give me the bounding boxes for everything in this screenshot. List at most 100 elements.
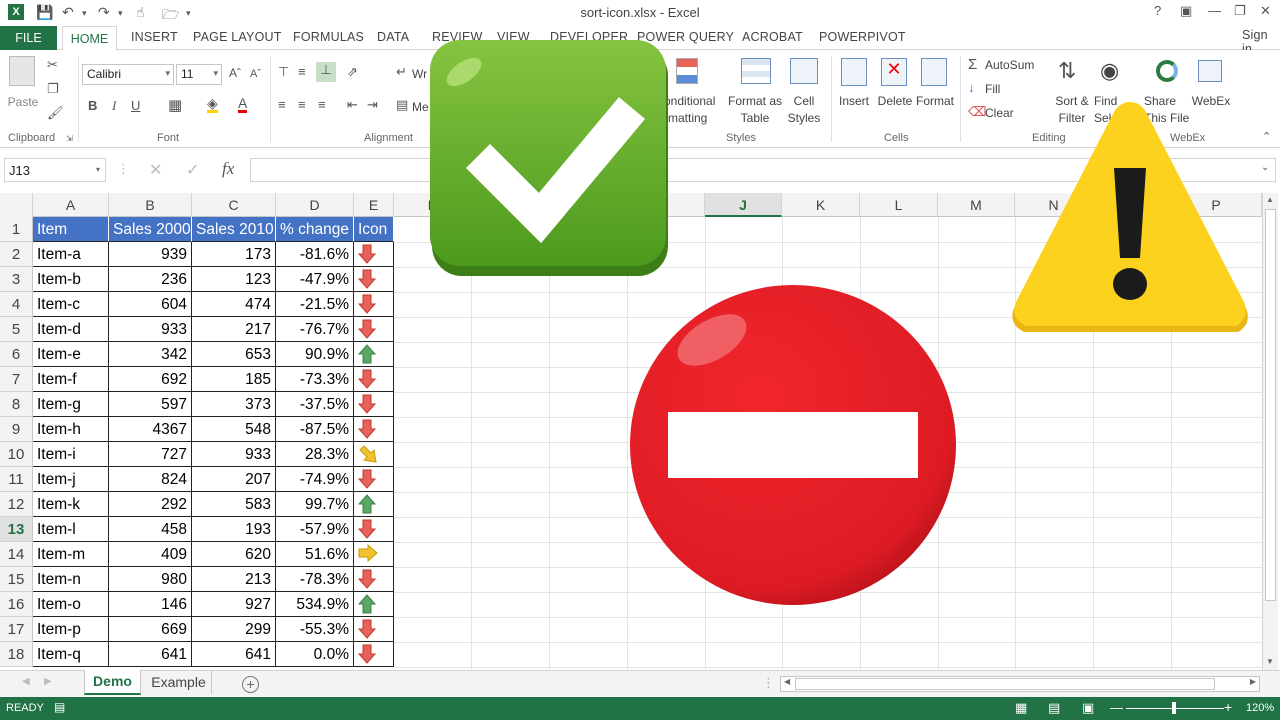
table-cell[interactable]: 458 <box>109 517 192 542</box>
scroll-left-icon[interactable]: ◀ <box>784 677 790 686</box>
italic-icon[interactable]: I <box>112 98 116 114</box>
align-top-icon[interactable]: ⊤ <box>278 64 289 80</box>
delete-cells-button[interactable]: Delete <box>875 93 915 110</box>
scroll-down-icon[interactable]: ▼ <box>1266 657 1274 666</box>
row-header[interactable]: 3 <box>0 267 33 292</box>
table-cell[interactable]: 534.9% <box>276 592 354 617</box>
table-cell[interactable]: 292 <box>109 492 192 517</box>
table-cell[interactable]: Item-i <box>33 442 109 467</box>
table-cell[interactable]: 342 <box>109 342 192 367</box>
arrow-up-icon[interactable] <box>354 342 394 367</box>
table-cell[interactable]: 641 <box>109 642 192 667</box>
arrow-down-icon[interactable] <box>354 517 394 542</box>
format-cells-button[interactable]: Format <box>914 93 956 110</box>
table-cell[interactable]: 0.0% <box>276 642 354 667</box>
orientation-icon[interactable]: ⇗ <box>347 64 358 80</box>
tab-file[interactable]: FILE <box>0 26 57 50</box>
tab-formulas[interactable]: FORMULAS <box>293 30 364 44</box>
table-cell[interactable]: 123 <box>192 267 276 292</box>
row-header[interactable]: 5 <box>0 317 33 342</box>
table-cell[interactable]: 299 <box>192 617 276 642</box>
column-header-c[interactable]: C <box>192 193 276 217</box>
zoom-level[interactable]: 120% <box>1246 702 1274 714</box>
arrow-down-icon[interactable] <box>354 317 394 342</box>
vertical-scrollbar-thumb[interactable] <box>1265 209 1276 601</box>
zoom-slider-thumb[interactable] <box>1172 702 1176 714</box>
table-cell[interactable]: 193 <box>192 517 276 542</box>
ribbon-display-options-icon[interactable]: ▣ <box>1180 3 1192 19</box>
arrow-up-icon[interactable] <box>354 492 394 517</box>
arrow-down-icon[interactable] <box>354 242 394 267</box>
merge-center-icon[interactable]: ▤ <box>396 97 408 113</box>
column-header-a[interactable]: A <box>33 193 109 217</box>
format-as-table-button[interactable]: Format as Table <box>726 93 784 127</box>
table-cell[interactable]: 933 <box>109 317 192 342</box>
format-painter-icon[interactable]: 🖌 <box>47 105 64 121</box>
decrease-font-icon[interactable]: Aˇ <box>250 68 261 80</box>
row-header[interactable]: 10 <box>0 442 33 467</box>
table-header-cell[interactable]: Icon <box>354 217 394 242</box>
column-header-d[interactable]: D <box>276 193 354 217</box>
arrow-down-icon[interactable] <box>354 617 394 642</box>
tab-insert[interactable]: INSERT <box>131 30 178 44</box>
align-left-icon[interactable]: ≡ <box>278 97 286 112</box>
table-cell[interactable]: 939 <box>109 242 192 267</box>
merge-center-button[interactable]: Me <box>412 99 429 116</box>
horizontal-scrollbar-thumb[interactable] <box>795 678 1215 690</box>
table-cell[interactable]: -73.3% <box>276 367 354 392</box>
table-cell[interactable]: 824 <box>109 467 192 492</box>
sheet-tab-example[interactable]: Example <box>146 671 212 694</box>
tab-home[interactable]: HOME <box>62 26 117 51</box>
paste-icon[interactable] <box>9 56 35 86</box>
align-bottom-icon[interactable]: ⊥ <box>316 62 336 82</box>
row-header[interactable]: 17 <box>0 617 33 642</box>
table-cell[interactable]: 51.6% <box>276 542 354 567</box>
table-cell[interactable]: 604 <box>109 292 192 317</box>
help-button[interactable]: ? <box>1154 3 1161 18</box>
row-header[interactable]: 18 <box>0 642 33 667</box>
row-header[interactable]: 12 <box>0 492 33 517</box>
table-cell[interactable]: 727 <box>109 442 192 467</box>
arrow-down-icon[interactable] <box>354 367 394 392</box>
table-cell[interactable]: 692 <box>109 367 192 392</box>
table-header-cell[interactable]: % change <box>276 217 354 242</box>
table-cell[interactable]: 583 <box>192 492 276 517</box>
horizontal-scrollbar[interactable]: ◀ ▶ <box>780 676 1260 692</box>
tab-powerpivot[interactable]: POWERPIVOT <box>819 30 906 44</box>
row-header[interactable]: 7 <box>0 367 33 392</box>
row-header[interactable]: 14 <box>0 542 33 567</box>
align-center-icon[interactable]: ≡ <box>298 97 306 112</box>
table-cell[interactable]: -37.5% <box>276 392 354 417</box>
table-cell[interactable]: Item-f <box>33 367 109 392</box>
table-cell[interactable]: Item-h <box>33 417 109 442</box>
table-cell[interactable]: Item-g <box>33 392 109 417</box>
table-cell[interactable]: -55.3% <box>276 617 354 642</box>
table-cell[interactable]: Item-q <box>33 642 109 667</box>
borders-icon[interactable]: ▦ <box>168 96 182 114</box>
table-cell[interactable]: Item-l <box>33 517 109 542</box>
table-cell[interactable]: 185 <box>192 367 276 392</box>
add-sheet-icon[interactable]: + <box>242 676 259 693</box>
row-header[interactable]: 8 <box>0 392 33 417</box>
arrow-down-icon[interactable] <box>354 267 394 292</box>
align-middle-icon[interactable]: ≡ <box>298 64 306 79</box>
table-cell[interactable]: -21.5% <box>276 292 354 317</box>
insert-cells-button[interactable]: Insert <box>835 93 873 110</box>
insert-function-icon[interactable]: fx <box>222 159 234 179</box>
table-cell[interactable]: -81.6% <box>276 242 354 267</box>
column-header-e[interactable]: E <box>354 193 394 217</box>
table-header-cell[interactable]: Sales 2000 <box>109 217 192 242</box>
increase-indent-icon[interactable]: ⇥ <box>367 97 378 113</box>
table-cell[interactable]: -47.9% <box>276 267 354 292</box>
table-cell[interactable]: Item-j <box>33 467 109 492</box>
table-cell[interactable]: 597 <box>109 392 192 417</box>
tab-data[interactable]: DATA <box>377 30 409 44</box>
table-cell[interactable]: -78.3% <box>276 567 354 592</box>
arrow-down-icon[interactable] <box>354 417 394 442</box>
table-cell[interactable]: 4367 <box>109 417 192 442</box>
table-cell[interactable]: 927 <box>192 592 276 617</box>
fill-color-icon[interactable]: ◈ <box>207 96 218 113</box>
row-header[interactable]: 4 <box>0 292 33 317</box>
table-cell[interactable]: -74.9% <box>276 467 354 492</box>
table-cell[interactable]: Item-a <box>33 242 109 267</box>
